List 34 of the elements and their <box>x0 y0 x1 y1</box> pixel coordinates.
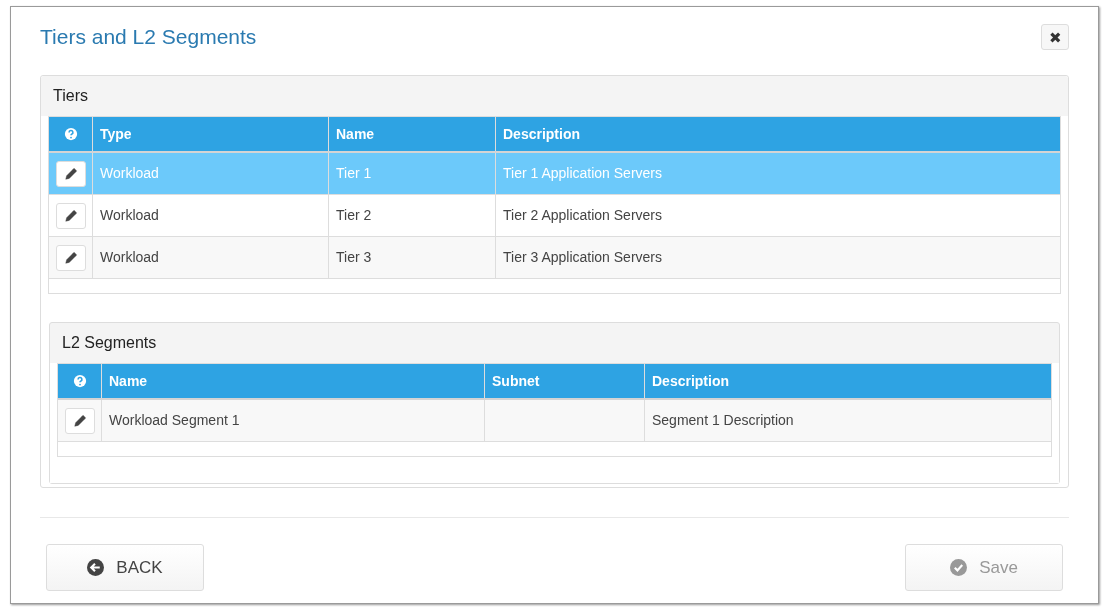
panel-title: Tiers <box>53 86 88 106</box>
check-icon <box>950 559 968 576</box>
table-cell: Segment 1 Description <box>652 412 794 428</box>
column-header: Description <box>652 371 729 391</box>
edit-button[interactable] <box>64 408 95 434</box>
close-button[interactable]: ✖ <box>1041 24 1069 50</box>
pencil-icon <box>63 167 78 181</box>
column-header: Type <box>100 124 132 144</box>
column-header: Name <box>109 371 148 391</box>
edit-button[interactable] <box>55 245 86 271</box>
table-cell: Workload Segment 1 <box>109 412 240 428</box>
table-cell: Tier 2 <box>336 207 372 223</box>
back-button[interactable]: BACK <box>46 544 204 591</box>
back-arrow-icon <box>87 559 105 576</box>
table-cell: Tier 3 Application Servers <box>503 249 662 265</box>
table-cell: Workload <box>100 249 159 265</box>
edit-button[interactable] <box>55 161 86 187</box>
panel-title: L2 Segments <box>62 333 157 353</box>
column-header: Name <box>336 124 375 144</box>
table-cell: Tier 2 Application Servers <box>503 207 662 223</box>
pencil-icon <box>63 251 78 265</box>
table-cell: Tier 1 Application Servers <box>503 165 662 181</box>
table-cell: Tier 1 <box>336 165 372 181</box>
table-cell: Workload <box>100 207 159 223</box>
pencil-icon <box>63 209 78 223</box>
table-cell: Workload <box>100 165 159 181</box>
help-icon <box>72 374 87 388</box>
help-icon <box>63 127 78 141</box>
edit-button[interactable] <box>55 203 86 229</box>
column-header: Description <box>503 124 580 144</box>
table-cell: Tier 3 <box>336 249 372 265</box>
column-header: Subnet <box>492 371 540 391</box>
dialog-title: Tiers and L2 Segments <box>40 24 257 51</box>
pencil-icon <box>72 414 87 428</box>
